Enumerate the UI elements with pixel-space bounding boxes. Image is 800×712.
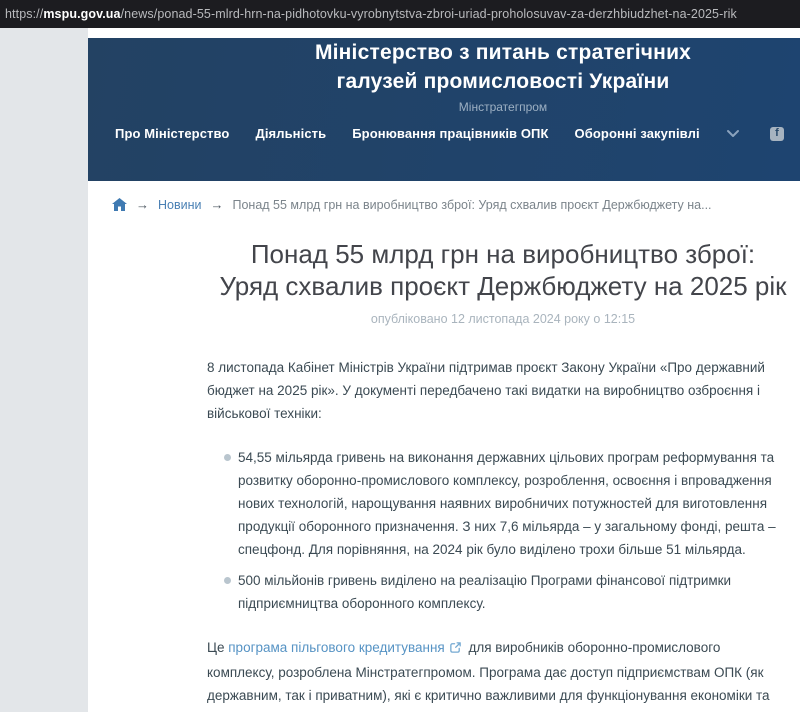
facebook-icon[interactable]: f	[770, 126, 784, 141]
left-gutter	[0, 28, 88, 712]
site-title: Міністерство з питань стратегічних галуз…	[314, 41, 692, 93]
nav-item-defense-procurement[interactable]: Оборонні закупівлі	[575, 126, 700, 141]
expenditure-list: 54,55 мільярда гривень на виконання держ…	[207, 446, 785, 615]
paragraph-text: Це	[207, 640, 229, 655]
article-paragraph-program: Це програма пільгового кредитування для …	[207, 636, 785, 712]
breadcrumb-link-news[interactable]: Новини	[158, 198, 202, 212]
nav-item-about-ministry[interactable]: Про Міністерство	[115, 126, 229, 141]
nav-item-opk-reservation[interactable]: Бронювання працівників ОПК	[352, 126, 548, 141]
url-path: /news/ponad-55-mlrd-hrn-na-pidhotovku-vy…	[120, 7, 737, 21]
site-subtitle: Мінстратегпром	[458, 100, 548, 114]
breadcrumb-separator: →	[136, 197, 149, 212]
site-header: Міністерство з питань стратегічних галуз…	[88, 38, 800, 181]
page-layout: Міністерство з питань стратегічних галуз…	[0, 28, 800, 712]
url-domain: mspu.gov.ua	[43, 7, 121, 21]
list-item: 54,55 мільярда гривень на виконання держ…	[207, 446, 785, 561]
list-item: 500 мільйонів гривень виділено на реаліз…	[207, 569, 785, 615]
site-brand[interactable]: Міністерство з питань стратегічних галуз…	[288, 38, 718, 114]
bullet-dot-icon	[224, 577, 231, 584]
url-scheme: https://	[5, 7, 44, 21]
nav-item-activity[interactable]: Діяльність	[255, 126, 326, 141]
home-icon[interactable]	[112, 198, 127, 211]
article-body: 8 листопада Кабінет Міністрів України пі…	[207, 356, 785, 712]
published-date: опубліковано 12 листопада 2024 року о 12…	[370, 312, 636, 326]
browser-url-bar[interactable]: https://mspu.gov.ua/news/ponad-55-mlrd-h…	[0, 0, 800, 28]
external-link-icon[interactable]	[449, 638, 462, 661]
breadcrumb-separator: →	[210, 197, 224, 212]
chevron-down-icon	[726, 129, 740, 138]
article-title: Понад 55 млрд грн на виробництво зброї: …	[219, 239, 787, 301]
main-navigation: Про Міністерство Діяльність Бронювання п…	[88, 126, 800, 141]
article-paragraph-intro: 8 листопада Кабінет Міністрів України пі…	[207, 360, 765, 421]
breadcrumb-current-page: Понад 55 млрд грн на виробництво зброї: …	[232, 197, 712, 212]
list-item-text: 500 мільйонів гривень виділено на реаліз…	[238, 573, 732, 611]
nav-more-dropdown[interactable]	[726, 129, 740, 138]
breadcrumb: → Новини → Понад 55 млрд грн на виробниц…	[88, 181, 800, 212]
bullet-dot-icon	[224, 454, 231, 461]
page-content: Міністерство з питань стратегічних галуз…	[88, 28, 800, 712]
preferential-credit-program-link[interactable]: програма пільгового кредитування	[228, 640, 444, 655]
list-item-text: 54,55 мільярда гривень на виконання держ…	[238, 450, 776, 557]
